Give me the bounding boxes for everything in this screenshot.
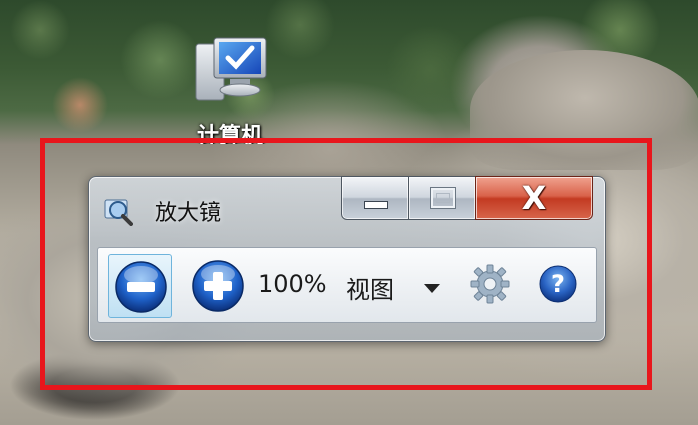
red-highlight-box <box>40 138 652 390</box>
computer-icon <box>195 37 267 101</box>
desktop-icon-computer[interactable]: 计算机 <box>188 36 272 148</box>
